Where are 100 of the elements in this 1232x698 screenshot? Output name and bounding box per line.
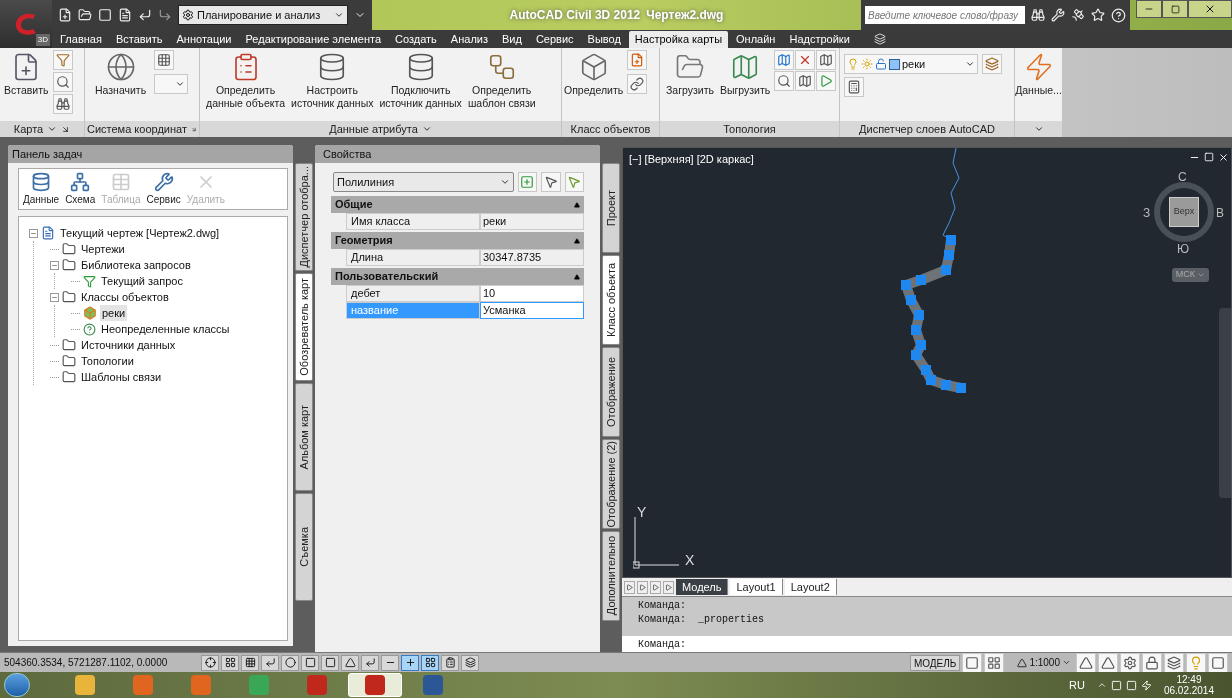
ribbon-tab[interactable]: Вид [496, 31, 528, 48]
section-header[interactable]: Пользовательский [331, 268, 584, 285]
tool-button[interactable] [154, 50, 175, 70]
redo-icon[interactable] [158, 8, 172, 22]
start-button[interactable] [4, 673, 30, 697]
expander-icon[interactable] [50, 292, 59, 302]
tree-item[interactable]: Источники данных [79, 336, 178, 354]
status-toggle[interactable] [361, 654, 379, 671]
tool-button[interactable] [1208, 652, 1228, 673]
tree-item[interactable]: Классы объектов [79, 288, 171, 306]
expander-icon[interactable] [50, 260, 59, 270]
status-toggle[interactable] [221, 654, 239, 671]
side-tab[interactable]: Проект [602, 163, 620, 253]
status-toggle[interactable] [441, 654, 459, 671]
search-field[interactable]: Введите ключевое слово/фразу [865, 6, 1025, 24]
close-button[interactable] [1188, 0, 1232, 18]
workspace-dropdown[interactable]: Планирование и анализ [178, 5, 348, 25]
side-tab[interactable]: Отображение (2) [602, 439, 620, 529]
ribbon-tab[interactable]: Создать [389, 31, 443, 48]
tool-button[interactable] [774, 50, 795, 70]
section-header[interactable]: Общие [331, 196, 584, 213]
toolbar-button[interactable]: Сервис [146, 171, 181, 207]
caret-icon[interactable] [421, 124, 432, 134]
tool-button[interactable] [816, 50, 837, 70]
satellite-icon[interactable] [1071, 8, 1085, 22]
tool-button[interactable] [774, 71, 795, 91]
toolbar-button[interactable]: Данные [23, 171, 60, 207]
ribbon-tab[interactable]: Аннотации [170, 31, 238, 48]
restore-icon[interactable] [1204, 152, 1214, 162]
clock-date[interactable]: 06.02.2014 [1163, 685, 1214, 696]
close-icon[interactable] [1218, 152, 1229, 163]
layout-tab[interactable]: Layout2 [784, 579, 837, 595]
ribbon-button[interactable]: Определить шаблон связи [465, 48, 538, 110]
tool-button[interactable] [1142, 652, 1162, 673]
tool-button[interactable] [627, 74, 648, 94]
ribbon-button[interactable]: Определить [562, 48, 626, 97]
tool-button[interactable] [962, 652, 983, 673]
tool-button[interactable] [795, 50, 816, 70]
ribbon-tab[interactable]: Настройка карты [628, 31, 729, 48]
tool-button[interactable] [1098, 652, 1118, 673]
ribbon-button[interactable]: Назначить [93, 48, 149, 97]
tool-button[interactable] [795, 71, 816, 91]
tool-button[interactable] [564, 172, 584, 192]
ribbon-button[interactable]: Данные... [1013, 48, 1064, 97]
coordinates[interactable]: 504360.3534, 5721287.1102, 0.0000 [4, 655, 199, 670]
ribbon-tab[interactable]: Вставить [109, 31, 169, 48]
tree-item[interactable]: реки [100, 304, 128, 322]
tool-button[interactable] [1076, 652, 1096, 673]
ribbon-button[interactable]: Настроить источник данных [289, 48, 376, 110]
tree-item[interactable]: Топологии [79, 352, 136, 370]
status-toggle[interactable] [201, 654, 219, 671]
annotation-scale-dropdown[interactable]: 1:1000 [1014, 654, 1074, 671]
status-toggle[interactable] [321, 654, 339, 671]
tab-scroll-icon[interactable] [650, 580, 661, 594]
tree-item[interactable]: Текущий запрос [99, 272, 185, 290]
tree-item[interactable]: Чертежи [79, 240, 127, 258]
status-toggle[interactable] [401, 654, 419, 671]
drawing-viewport[interactable]: [−] [Верхняя] [2D каркас] С З Верх В Ю МСК Y X [622, 147, 1232, 578]
binoculars-icon[interactable] [1031, 8, 1045, 22]
object-type-dropdown[interactable]: Полилиния [333, 172, 514, 192]
status-toggle[interactable] [341, 654, 359, 671]
caret-icon[interactable] [1033, 124, 1044, 134]
side-tab[interactable]: Класс объекта [602, 255, 620, 345]
application-menu-button[interactable]: 3D [0, 0, 52, 48]
tool-button[interactable] [52, 50, 73, 70]
ribbon-tab[interactable]: Сервис [529, 31, 580, 48]
panel-toggle-icon[interactable] [873, 33, 886, 45]
taskbar-button[interactable] [348, 673, 402, 697]
ribbon-tab[interactable]: Редактирование элемента [239, 31, 388, 48]
help-icon[interactable] [1111, 7, 1126, 23]
model-space-button[interactable]: МОДЕЛЬ [909, 654, 961, 671]
side-tab[interactable]: Дополнительно [602, 531, 620, 621]
tool-button[interactable] [1120, 652, 1140, 673]
ribbon-button[interactable]: Загрузить [664, 48, 716, 97]
layout-tab[interactable]: Модель [676, 579, 729, 595]
tool-button[interactable] [982, 54, 1002, 74]
expander-icon[interactable] [29, 228, 38, 238]
star-icon[interactable] [1091, 8, 1105, 22]
status-toggle[interactable] [281, 654, 299, 671]
ribbon-button[interactable]: Подключить источник данных [377, 48, 464, 110]
ribbon-button[interactable]: Вставить [2, 48, 51, 114]
tool-button[interactable] [541, 172, 561, 192]
tree-item[interactable]: Библиотека запросов [79, 256, 193, 274]
tray-expand-icon[interactable] [1096, 680, 1107, 690]
tool-button[interactable] [1186, 652, 1206, 673]
tool-button[interactable] [984, 652, 1005, 673]
language-indicator[interactable]: RU [1069, 676, 1085, 694]
tree-item[interactable]: Шаблоны связи [79, 368, 164, 386]
tool-button[interactable] [1164, 652, 1184, 673]
ribbon-tab[interactable]: Главная [54, 31, 108, 48]
open-folder-icon[interactable] [78, 8, 92, 22]
status-toggle[interactable] [461, 654, 479, 671]
side-tab[interactable]: Отображение [602, 347, 620, 437]
tab-scroll-icon[interactable] [624, 580, 635, 594]
status-toggle[interactable] [241, 654, 259, 671]
new-file-icon[interactable] [58, 8, 72, 22]
undo-icon[interactable] [138, 8, 152, 22]
status-toggle[interactable] [261, 654, 279, 671]
layer-dropdown[interactable]: реки [844, 54, 978, 74]
tree-item[interactable]: Текущий чертеж [Чертеж2.dwg] [58, 224, 222, 242]
